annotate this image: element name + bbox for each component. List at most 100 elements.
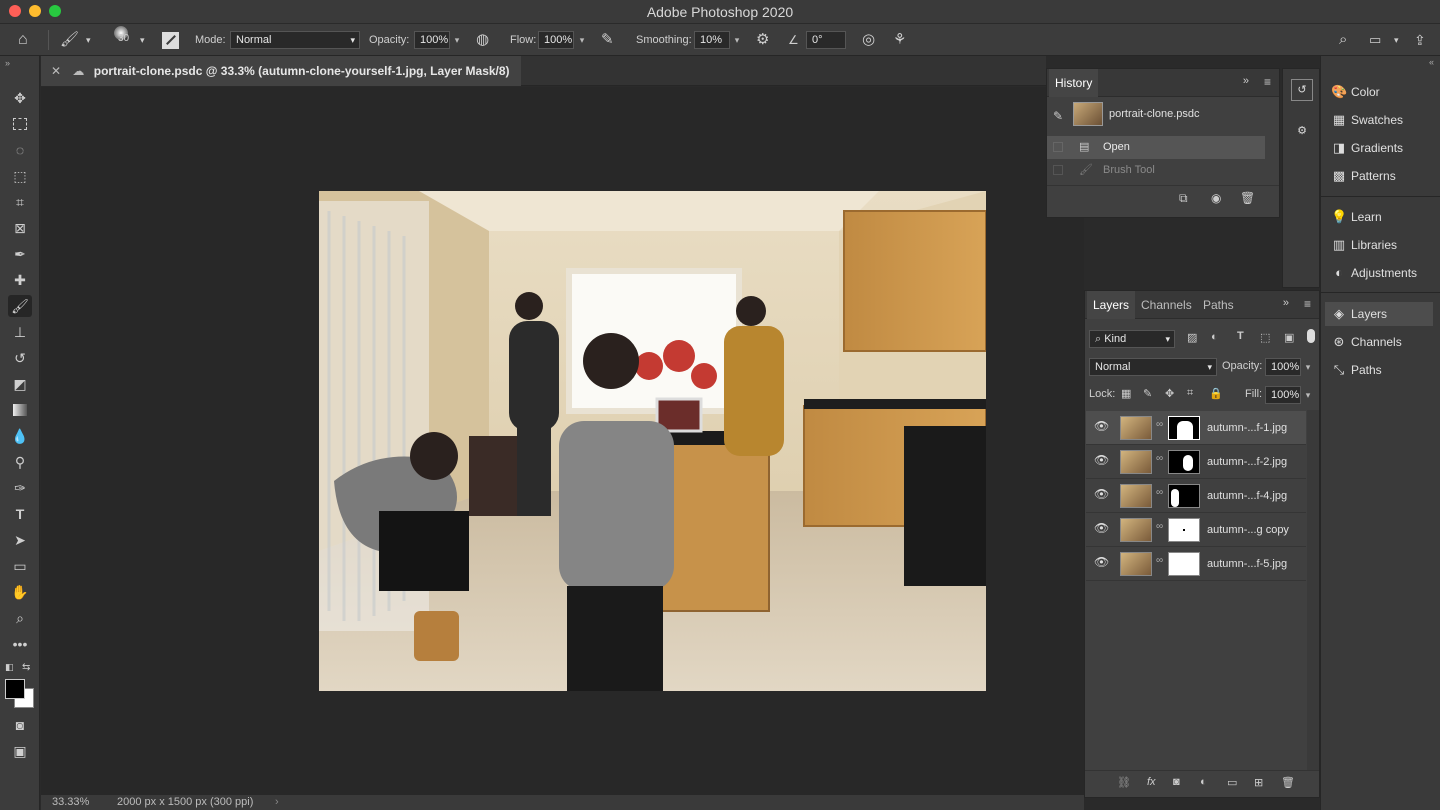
tab-paths[interactable]: Paths (1197, 291, 1240, 319)
screen-mode-icon[interactable]: ▣ (8, 740, 32, 762)
lasso-tool-icon[interactable]: ◌ (8, 139, 32, 161)
smoothing-dropdown[interactable]: ▾ (730, 31, 744, 49)
eraser-tool-icon[interactable]: ◩ (8, 373, 32, 395)
panel-menu-icon[interactable]: ≡ (1264, 75, 1271, 89)
layer-opacity-input[interactable]: 100% (1265, 358, 1301, 376)
lock-position-icon[interactable]: ✥ (1165, 387, 1174, 400)
smoothing-input[interactable]: 10% (694, 31, 730, 49)
dock-item-libraries[interactable]: ▥ Libraries (1325, 233, 1433, 257)
type-tool-icon[interactable]: T (8, 503, 32, 525)
layer-thumbnail[interactable] (1120, 450, 1152, 474)
history-source-checkbox[interactable] (1053, 165, 1063, 175)
chevron-down-icon[interactable]: ▾ (1394, 24, 1399, 56)
history-state[interactable]: 🖌 Brush Tool (1047, 159, 1265, 182)
layer-thumbnail[interactable] (1120, 552, 1152, 576)
add-mask-icon[interactable]: ◙ (1173, 776, 1180, 788)
history-state[interactable]: ▤ Open (1047, 136, 1265, 159)
eye-icon[interactable]: 👁 (1094, 555, 1109, 571)
collapse-panel-icon[interactable]: » (5, 58, 10, 68)
layer-row[interactable]: 👁 ∞ autumn-...f-1.jpg (1086, 411, 1306, 445)
home-icon[interactable]: ⌂ (18, 24, 28, 56)
chevron-right-icon[interactable]: › (275, 795, 279, 810)
chevron-down-icon[interactable]: ▾ (86, 24, 91, 56)
eye-icon[interactable]: 👁 (1094, 487, 1109, 503)
layer-name[interactable]: autumn-...f-4.jpg (1207, 479, 1287, 513)
eye-icon[interactable]: 👁 (1094, 521, 1109, 537)
blend-mode-select[interactable]: Normal ▾ (1089, 358, 1217, 376)
dock-item-patterns[interactable]: ▩ Patterns (1325, 164, 1433, 188)
fill-dropdown[interactable]: ▾ (1301, 386, 1315, 404)
tab-layers[interactable]: Layers (1087, 291, 1136, 319)
layer-thumbnail[interactable] (1120, 518, 1152, 542)
default-colors-icon[interactable]: ◧ (5, 662, 14, 673)
link-layers-icon[interactable]: ⛓ (1117, 776, 1131, 789)
link-icon[interactable]: ∞ (1156, 453, 1163, 464)
layer-name[interactable]: autumn-...g copy (1207, 513, 1289, 547)
camera-icon[interactable]: ◉ (1211, 191, 1221, 205)
marquee-tool-icon[interactable] (8, 113, 32, 135)
link-icon[interactable]: ∞ (1156, 419, 1163, 430)
layer-name[interactable]: autumn-...f-1.jpg (1207, 411, 1287, 445)
zoom-level[interactable]: 33.33% (52, 795, 89, 810)
document-info[interactable]: 2000 px x 1500 px (300 ppi) (117, 795, 253, 810)
layer-row[interactable]: 👁 ∞ autumn-...g copy (1086, 513, 1306, 547)
pressure-size-icon[interactable]: ◎ (862, 24, 875, 56)
layers-scrollbar[interactable] (1307, 410, 1319, 770)
collapse-panel-icon[interactable]: » (1283, 297, 1289, 309)
lock-artboard-icon[interactable]: ⌗ (1187, 387, 1193, 400)
flow-input[interactable]: 100% (538, 31, 574, 49)
layer-name[interactable]: autumn-...f-5.jpg (1207, 547, 1287, 581)
dodge-tool-icon[interactable]: ⚲ (8, 451, 32, 473)
document-tab[interactable]: ✕ ☁ portrait-clone.psdc @ 33.3% (autumn-… (41, 56, 521, 86)
swap-colors-icon[interactable]: ⇆ (22, 662, 30, 673)
layer-thumbnail[interactable] (1120, 416, 1152, 440)
trash-icon[interactable]: 🗑 (1281, 776, 1295, 789)
history-panel-icon[interactable]: ↺ (1291, 79, 1313, 101)
filter-adjustment-icon[interactable]: ◐ (1211, 331, 1218, 343)
angle-input[interactable]: 0° (806, 31, 846, 49)
tab-history[interactable]: History (1049, 69, 1099, 97)
more-tools-icon[interactable]: ••• (8, 633, 32, 655)
link-icon[interactable]: ∞ (1156, 555, 1163, 566)
opacity-dropdown[interactable]: ▾ (450, 31, 464, 49)
zoom-tool-icon[interactable]: ⌕ (8, 607, 32, 629)
dock-item-channels[interactable]: ⊛ Channels (1325, 330, 1433, 354)
dock-item-swatches[interactable]: ▦ Swatches (1325, 108, 1433, 132)
filter-type-icon[interactable]: T (1237, 330, 1244, 342)
collapse-panel-icon[interactable]: « (1429, 57, 1434, 67)
dock-item-adjustments[interactable]: ◐ Adjustments (1325, 261, 1433, 285)
search-icon[interactable]: ⌕ (1339, 24, 1347, 56)
layer-row[interactable]: 👁 ∞ autumn-...f-4.jpg (1086, 479, 1306, 513)
blur-tool-icon[interactable]: 💧 (8, 425, 32, 447)
crop-tool-icon[interactable]: ⌗ (8, 191, 32, 213)
mode-select[interactable]: Normal ▾ (230, 31, 360, 49)
lock-pixels-icon[interactable]: ✎ (1143, 387, 1152, 400)
tab-channels[interactable]: Channels (1135, 291, 1198, 319)
brush-preset-icon[interactable]: 🖌 (60, 24, 79, 56)
eye-icon[interactable]: 👁 (1094, 419, 1109, 435)
share-icon[interactable]: ⇪ (1414, 24, 1426, 56)
clone-stamp-tool-icon[interactable]: ⊥ (8, 321, 32, 343)
trash-icon[interactable]: 🗑 (1240, 191, 1255, 205)
brush-tool-icon[interactable]: 🖌 (8, 295, 32, 317)
eyedropper-tool-icon[interactable]: ✒ (8, 243, 32, 265)
link-icon[interactable]: ∞ (1156, 521, 1163, 532)
layer-mask-thumbnail[interactable] (1168, 416, 1200, 440)
new-adjustment-layer-icon[interactable]: ◐ (1200, 776, 1207, 788)
rectangle-tool-icon[interactable]: ▭ (8, 555, 32, 577)
dock-item-color[interactable]: 🎨 Color (1325, 80, 1433, 104)
history-snapshot[interactable]: ✎ portrait-clone.psdc (1047, 99, 1265, 133)
quick-mask-icon[interactable]: ◙ (8, 714, 32, 736)
zoom-window-button[interactable] (49, 5, 61, 17)
filter-smart-object-icon[interactable]: ▣ (1284, 331, 1294, 344)
dock-item-learn[interactable]: 💡 Learn (1325, 205, 1433, 229)
history-brush-source-icon[interactable]: ✎ (1053, 109, 1063, 123)
layer-mask-thumbnail[interactable] (1168, 518, 1200, 542)
object-selection-tool-icon[interactable]: ⬚ (8, 165, 32, 187)
layer-thumbnail[interactable] (1120, 484, 1152, 508)
layer-opacity-dropdown[interactable]: ▾ (1301, 358, 1315, 376)
lock-transparency-icon[interactable]: ▦ (1121, 387, 1131, 400)
fx-icon[interactable]: fx (1147, 776, 1156, 788)
layer-mask-thumbnail[interactable] (1168, 484, 1200, 508)
layer-filter-select[interactable]: ⌕ Kind ▾ (1089, 330, 1175, 348)
